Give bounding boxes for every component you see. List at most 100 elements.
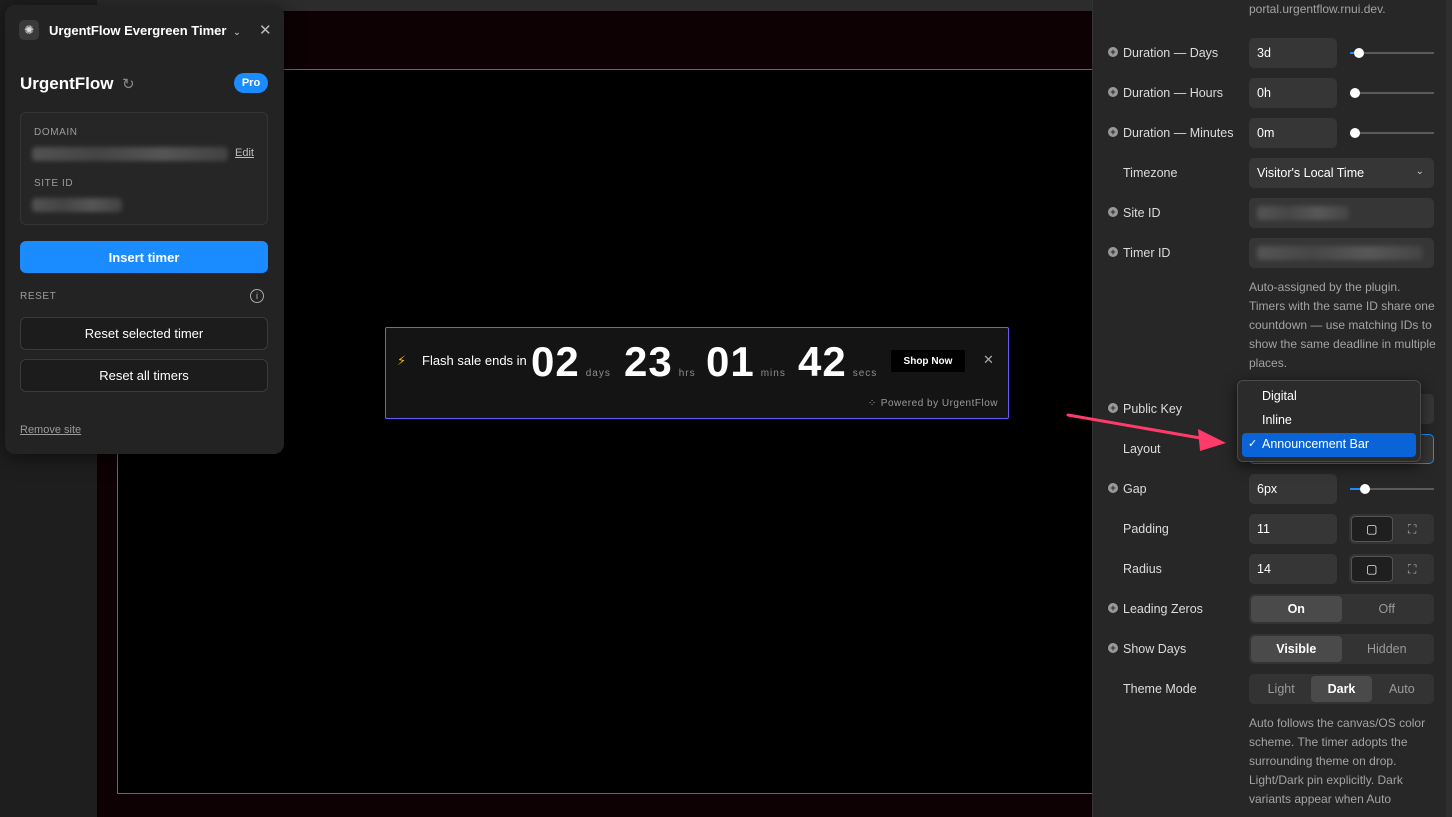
chevron-down-icon: ⌄ bbox=[233, 27, 241, 37]
slider-knob[interactable] bbox=[1350, 88, 1360, 98]
close-panel-icon[interactable]: ✕ bbox=[259, 21, 272, 39]
timer-id-redacted bbox=[1257, 246, 1423, 260]
gap-input[interactable]: 6px bbox=[1249, 474, 1337, 504]
slider-knob[interactable] bbox=[1350, 128, 1360, 138]
site-card: DOMAIN Edit SITE ID bbox=[20, 112, 268, 225]
gap-label: Gap bbox=[1123, 482, 1147, 496]
layout-option-announcement-bar[interactable]: ✓ Announcement Bar bbox=[1242, 433, 1416, 457]
brand-name: UrgentFlow bbox=[20, 74, 114, 93]
layout-dropdown-menu: Digital Inline ✓ Announcement Bar bbox=[1237, 380, 1421, 462]
timer-id-input[interactable] bbox=[1249, 238, 1434, 268]
setting-show-days: + Show Days Visible Hidden bbox=[1108, 634, 1438, 664]
top-help-text: portal.urgentflow.rnui.dev. bbox=[1249, 2, 1386, 16]
timer-seconds-value: 42 bbox=[798, 338, 847, 385]
reset-selected-timer-button[interactable]: Reset selected timer bbox=[20, 317, 268, 350]
timer-days-label: days bbox=[585, 368, 611, 379]
leading-zeros-off[interactable]: Off bbox=[1342, 596, 1433, 622]
plugin-title-dropdown[interactable]: UrgentFlow Evergreen Timer ⌄ bbox=[49, 23, 241, 38]
leading-zeros-toggle: On Off bbox=[1249, 594, 1434, 624]
setting-padding: Padding 11 ▢ ⛶ bbox=[1108, 514, 1438, 544]
site-id-input[interactable] bbox=[1249, 198, 1434, 228]
duration-minutes-input[interactable]: 0m bbox=[1249, 118, 1337, 148]
theme-light[interactable]: Light bbox=[1251, 676, 1311, 702]
theme-mode-label: Theme Mode bbox=[1123, 682, 1197, 696]
plus-icon[interactable]: + bbox=[1108, 483, 1118, 493]
timezone-value: Visitor's Local Time bbox=[1257, 166, 1365, 180]
timezone-select[interactable]: Visitor's Local Time ⌄ bbox=[1249, 158, 1434, 188]
sidebar-scrollbar[interactable] bbox=[1446, 0, 1452, 817]
setting-site-id: + Site ID bbox=[1108, 198, 1438, 228]
plus-icon[interactable]: + bbox=[1108, 87, 1118, 97]
domain-label: DOMAIN bbox=[34, 127, 78, 138]
shop-now-button[interactable]: Shop Now bbox=[891, 350, 965, 372]
padding-input[interactable]: 11 bbox=[1249, 514, 1337, 544]
padding-all-sides-icon[interactable]: ▢ bbox=[1351, 516, 1393, 542]
remove-site-link[interactable]: Remove site bbox=[20, 424, 81, 436]
annotation-arrow-icon bbox=[1066, 413, 1226, 451]
radius-mode-toggle: ▢ ⛶ bbox=[1349, 554, 1434, 584]
plugin-logo-icon: ✺ bbox=[19, 20, 39, 40]
duration-days-slider[interactable] bbox=[1350, 48, 1434, 58]
slider-knob[interactable] bbox=[1353, 48, 1364, 58]
info-icon[interactable]: i bbox=[250, 289, 264, 303]
timer-minutes-value: 01 bbox=[706, 338, 755, 385]
show-days-hidden[interactable]: Hidden bbox=[1342, 636, 1433, 662]
option-label: Inline bbox=[1262, 413, 1292, 427]
gap-slider[interactable] bbox=[1350, 484, 1434, 494]
theme-auto[interactable]: Auto bbox=[1372, 676, 1432, 702]
show-days-visible[interactable]: Visible bbox=[1251, 636, 1342, 662]
theme-dark[interactable]: Dark bbox=[1311, 676, 1372, 702]
checkmark-icon: ✓ bbox=[1248, 438, 1258, 450]
layout-option-digital[interactable]: Digital bbox=[1242, 385, 1416, 409]
timer-id-help: Auto-assigned by the plugin. Timers with… bbox=[1249, 280, 1436, 370]
leading-zeros-on[interactable]: On bbox=[1251, 596, 1342, 622]
duration-hours-input[interactable]: 0h bbox=[1249, 78, 1337, 108]
plugin-title: UrgentFlow Evergreen Timer bbox=[49, 23, 227, 38]
padding-individual-sides-icon[interactable]: ⛶ bbox=[1393, 516, 1433, 542]
radius-all-corners-icon[interactable]: ▢ bbox=[1351, 556, 1393, 582]
setting-gap: + Gap 6px bbox=[1108, 474, 1438, 504]
option-label: Announcement Bar bbox=[1262, 437, 1370, 451]
theme-mode-toggle: Light Dark Auto bbox=[1249, 674, 1434, 704]
duration-hours-slider[interactable] bbox=[1350, 88, 1434, 98]
countdown-timer-block[interactable]: ⚡ Flash sale ends in 02 days 23 hrs 01 m… bbox=[385, 327, 1009, 419]
plus-icon[interactable]: + bbox=[1108, 603, 1118, 613]
duration-hours-label: Duration — Hours bbox=[1123, 86, 1224, 100]
option-label: Digital bbox=[1262, 389, 1297, 403]
radius-label: Radius bbox=[1123, 562, 1162, 576]
plus-icon[interactable]: + bbox=[1108, 247, 1118, 257]
duration-minutes-slider[interactable] bbox=[1350, 128, 1434, 138]
setting-duration-days: + Duration — Days 3d bbox=[1108, 38, 1438, 68]
duration-minutes-label: Duration — Minutes bbox=[1123, 126, 1234, 140]
timer-id-label: Timer ID bbox=[1123, 246, 1171, 260]
timezone-label: Timezone bbox=[1123, 166, 1178, 180]
show-days-label: Show Days bbox=[1123, 642, 1187, 656]
timer-minutes-label: mins bbox=[760, 368, 786, 379]
site-id-value-redacted bbox=[32, 198, 122, 212]
site-id-setting-label: Site ID bbox=[1123, 206, 1161, 220]
padding-label: Padding bbox=[1123, 522, 1169, 536]
radius-individual-corners-icon[interactable]: ⛶ bbox=[1393, 556, 1433, 582]
setting-timezone: Timezone Visitor's Local Time ⌄ bbox=[1108, 158, 1438, 188]
reset-all-timers-button[interactable]: Reset all timers bbox=[20, 359, 268, 392]
insert-timer-button[interactable]: Insert timer bbox=[20, 241, 268, 273]
setting-timer-id: + Timer ID bbox=[1108, 238, 1438, 268]
timer-hours-label: hrs bbox=[678, 368, 696, 379]
timer-unit-minutes: 01 mins bbox=[706, 340, 786, 384]
powered-by: ⁘ Powered by UrgentFlow bbox=[868, 398, 998, 409]
edit-domain-link[interactable]: Edit bbox=[235, 147, 254, 159]
duration-days-input[interactable]: 3d bbox=[1249, 38, 1337, 68]
site-id-label: SITE ID bbox=[34, 178, 74, 189]
show-days-toggle: Visible Hidden bbox=[1249, 634, 1434, 664]
plus-icon[interactable]: + bbox=[1108, 127, 1118, 137]
refresh-icon[interactable]: ↻ bbox=[122, 75, 135, 93]
close-icon[interactable]: ✕ bbox=[983, 352, 994, 368]
slider-knob[interactable] bbox=[1359, 484, 1370, 494]
plus-icon[interactable]: + bbox=[1108, 47, 1118, 57]
timer-hours-value: 23 bbox=[624, 338, 673, 385]
radius-input[interactable]: 14 bbox=[1249, 554, 1337, 584]
plus-icon[interactable]: + bbox=[1108, 643, 1118, 653]
layout-option-inline[interactable]: Inline bbox=[1242, 409, 1416, 433]
pro-badge: Pro bbox=[234, 73, 268, 93]
plus-icon[interactable]: + bbox=[1108, 207, 1118, 217]
